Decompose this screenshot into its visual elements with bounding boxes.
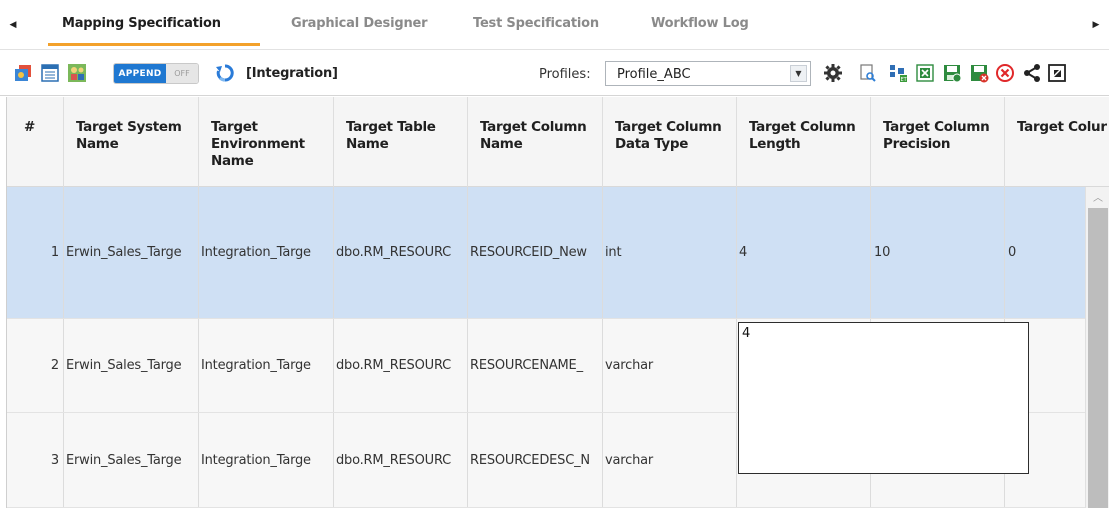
refresh-icon[interactable]: [214, 62, 235, 83]
cell-target-column-data-type[interactable]: int: [603, 187, 737, 318]
cell-target-column-data-type[interactable]: varchar: [603, 319, 737, 412]
append-toggle[interactable]: APPEND OFF: [113, 63, 199, 84]
etl-icon[interactable]: ETL: [887, 62, 908, 83]
mapping-grid: # Target System Name Target Environment …: [6, 97, 1109, 508]
expand-icon[interactable]: [1046, 62, 1067, 83]
column-header-target-column-length[interactable]: Target Column Length: [737, 97, 871, 187]
chevron-down-icon[interactable]: ▼: [790, 65, 807, 82]
append-toggle-off-label: OFF: [166, 64, 198, 83]
scroll-up-icon[interactable]: ︿: [1086, 187, 1109, 205]
cell-target-system-name[interactable]: Erwin_Sales_Targe: [64, 413, 199, 507]
tab-graphical-designer[interactable]: Graphical Designer: [291, 0, 428, 50]
cell-target-environment-name[interactable]: Integration_Targe: [199, 319, 334, 412]
svg-text:ETL: ETL: [900, 77, 908, 83]
cell-target-column-name[interactable]: RESOURCENAME_: [468, 319, 603, 412]
settings-gear-icon[interactable]: [822, 62, 843, 83]
tab-workflow-log[interactable]: Workflow Log: [651, 0, 749, 50]
column-header-target-table-name[interactable]: Target Table Name: [334, 97, 468, 187]
active-tab-underline: [48, 43, 260, 46]
vertical-scrollbar[interactable]: ︿: [1085, 187, 1109, 508]
profile-dropdown-value: Profile_ABC: [617, 67, 691, 82]
column-header-target-column-data-type[interactable]: Target Column Data Type: [603, 97, 737, 187]
row-number: 3: [7, 413, 64, 507]
search-document-icon[interactable]: [857, 62, 878, 83]
grid-header: # Target System Name Target Environment …: [7, 97, 1109, 187]
column-header-target-column-name[interactable]: Target Column Name: [468, 97, 603, 187]
column-header-target-column-precision[interactable]: Target Column Precision: [871, 97, 1005, 187]
assign-users-icon[interactable]: [66, 62, 87, 83]
view-icon[interactable]: [39, 62, 60, 83]
caret-right-icon[interactable]: ▶: [1083, 0, 1109, 50]
cell-target-table-name[interactable]: dbo.RM_RESOURC: [334, 413, 468, 507]
row-number: 1: [7, 187, 64, 318]
excel-export-icon[interactable]: [914, 62, 935, 83]
profile-dropdown[interactable]: Profile_ABC ▼: [605, 61, 811, 86]
toolbar: APPEND OFF [Integration] Profiles: Profi…: [0, 51, 1109, 96]
integration-label: [Integration]: [246, 66, 338, 81]
table-row[interactable]: 1 Erwin_Sales_Targe Integration_Targe db…: [7, 187, 1109, 319]
column-header-target-system-name[interactable]: Target System Name: [64, 97, 199, 187]
row-number: 2: [7, 319, 64, 412]
column-header-target-column-scale[interactable]: Target Colur Scale: [1005, 97, 1109, 187]
save-close-icon[interactable]: [968, 62, 989, 83]
cell-target-environment-name[interactable]: Integration_Targe: [199, 187, 334, 318]
cell-target-table-name[interactable]: dbo.RM_RESOURC: [334, 187, 468, 318]
save-icon[interactable]: [941, 62, 962, 83]
append-toggle-on-label: APPEND: [114, 64, 166, 83]
cell-editor-textarea[interactable]: 4: [738, 322, 1029, 474]
cell-target-column-name[interactable]: RESOURCEID_New: [468, 187, 603, 318]
caret-left-icon[interactable]: ◀: [0, 0, 26, 50]
profiles-label: Profiles:: [539, 67, 591, 82]
cell-target-column-precision[interactable]: 10: [871, 187, 1005, 318]
share-icon[interactable]: [1021, 62, 1042, 83]
cell-target-table-name[interactable]: dbo.RM_RESOURC: [334, 319, 468, 412]
cell-target-column-scale[interactable]: 0: [1005, 187, 1086, 318]
tab-bar: ◀ Mapping Specification Graphical Design…: [0, 0, 1109, 50]
cell-target-column-data-type[interactable]: varchar: [603, 413, 737, 507]
cell-target-system-name[interactable]: Erwin_Sales_Targe: [64, 319, 199, 412]
cell-target-column-length[interactable]: 4: [737, 187, 871, 318]
cell-target-environment-name[interactable]: Integration_Targe: [199, 413, 334, 507]
column-header-target-environment-name[interactable]: Target Environment Name: [199, 97, 334, 187]
cell-target-system-name[interactable]: Erwin_Sales_Targe: [64, 187, 199, 318]
cell-target-column-name[interactable]: RESOURCEDESC_N: [468, 413, 603, 507]
tab-test-specification[interactable]: Test Specification: [473, 0, 599, 50]
scrollbar-thumb[interactable]: [1088, 208, 1108, 508]
column-header-number[interactable]: #: [7, 97, 64, 187]
cancel-icon[interactable]: [994, 62, 1015, 83]
sync-metadata-icon[interactable]: [12, 62, 33, 83]
